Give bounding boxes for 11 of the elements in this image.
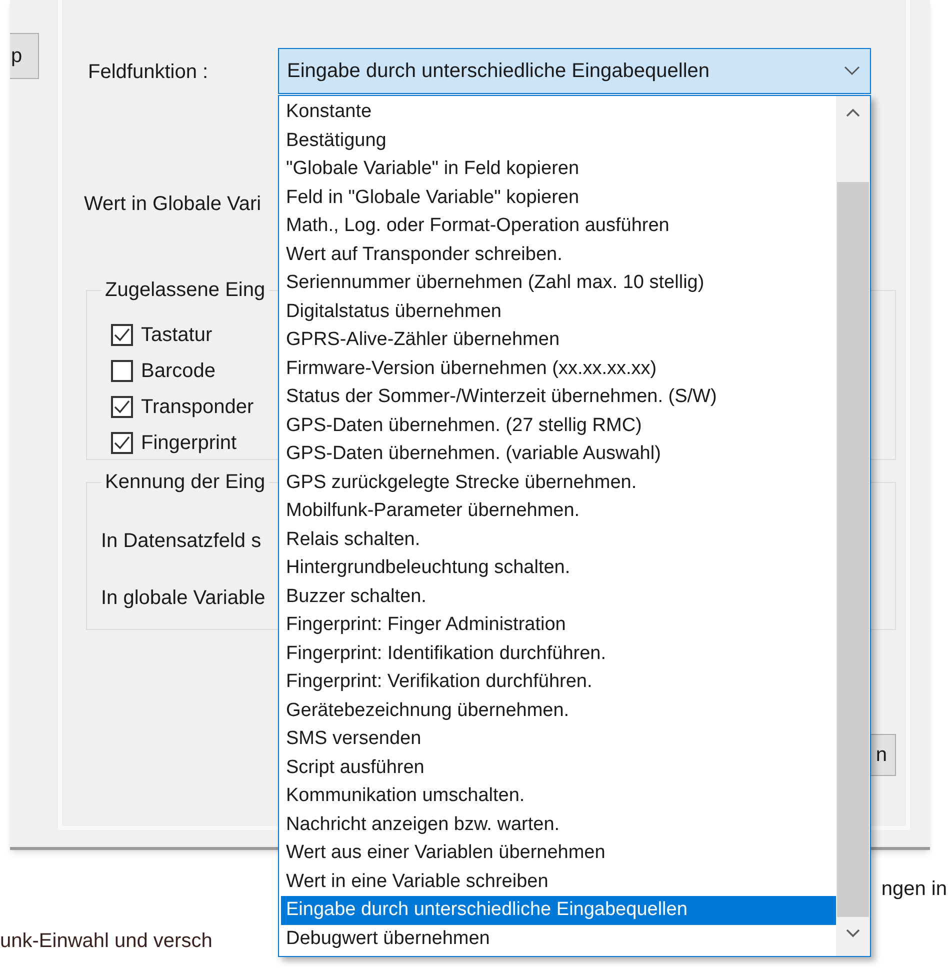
global-variable-label: Wert in Globale Vari: [84, 192, 262, 216]
checkbox-label: Transponder: [141, 395, 254, 420]
checkbox-label: Tastatur: [141, 323, 212, 348]
identification-label: In Datensatzfeld s: [101, 529, 262, 553]
checkbox-label: Barcode: [141, 359, 216, 384]
checkbox-label: Fingerprint: [141, 431, 237, 456]
identification-label: In globale Variable: [101, 586, 266, 610]
field-function-label: Feldfunktion :: [88, 60, 208, 84]
combo-box-value: Eingabe durch unterschiedliche Eingabequellen: [287, 59, 711, 84]
background-text: unk-Einwahl und versch: [0, 930, 212, 952]
background-text: ngen in: [881, 877, 947, 902]
